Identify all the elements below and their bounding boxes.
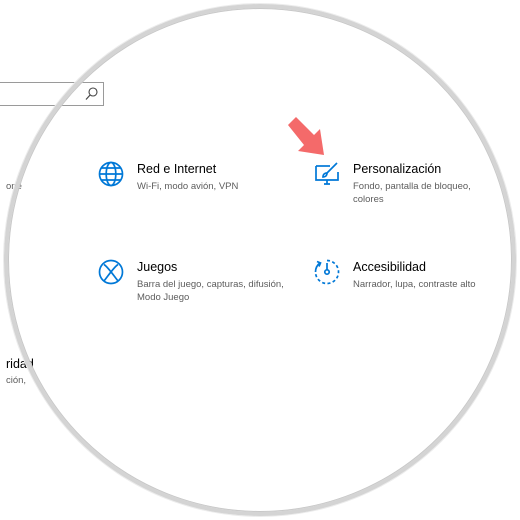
pointer-arrow-icon bbox=[288, 117, 324, 155]
cut-off-description: ción, bbox=[6, 375, 27, 386]
search-icon bbox=[85, 87, 98, 100]
cut-off-description: one bbox=[6, 181, 22, 192]
tile-description: Wi-Fi, modo avión, VPN bbox=[137, 181, 239, 192]
accessibility-icon bbox=[314, 259, 340, 285]
settings-home-zoom: one ridad ción, Red e Internet Wi-Fi, mo… bbox=[0, 0, 520, 520]
tile-accesibilidad[interactable]: Accesibilidad Narrador, lupa, contraste … bbox=[313, 258, 503, 294]
search-box[interactable] bbox=[0, 82, 104, 106]
tile-description: Barra del juego, capturas, difusión, Mod… bbox=[137, 279, 284, 303]
tile-title: Juegos bbox=[137, 260, 178, 274]
tile-title: Red e Internet bbox=[137, 162, 217, 176]
tile-title: Accesibilidad bbox=[353, 260, 426, 274]
cut-off-title: ridad bbox=[6, 357, 34, 371]
xbox-icon bbox=[98, 259, 124, 285]
tile-personalizacion[interactable]: Personalización Fondo, pantalla de bloqu… bbox=[313, 160, 503, 208]
tile-title: Personalización bbox=[353, 162, 442, 176]
tile-juegos[interactable]: Juegos Barra del juego, capturas, difusi… bbox=[97, 258, 297, 306]
tile-description: Narrador, lupa, contraste alto bbox=[353, 279, 476, 290]
tile-red-e-internet[interactable]: Red e Internet Wi-Fi, modo avión, VPN bbox=[97, 160, 297, 206]
tile-description: Fondo, pantalla de bloqueo, colores bbox=[353, 181, 471, 205]
globe-icon bbox=[98, 161, 124, 187]
personalization-icon bbox=[315, 162, 339, 185]
